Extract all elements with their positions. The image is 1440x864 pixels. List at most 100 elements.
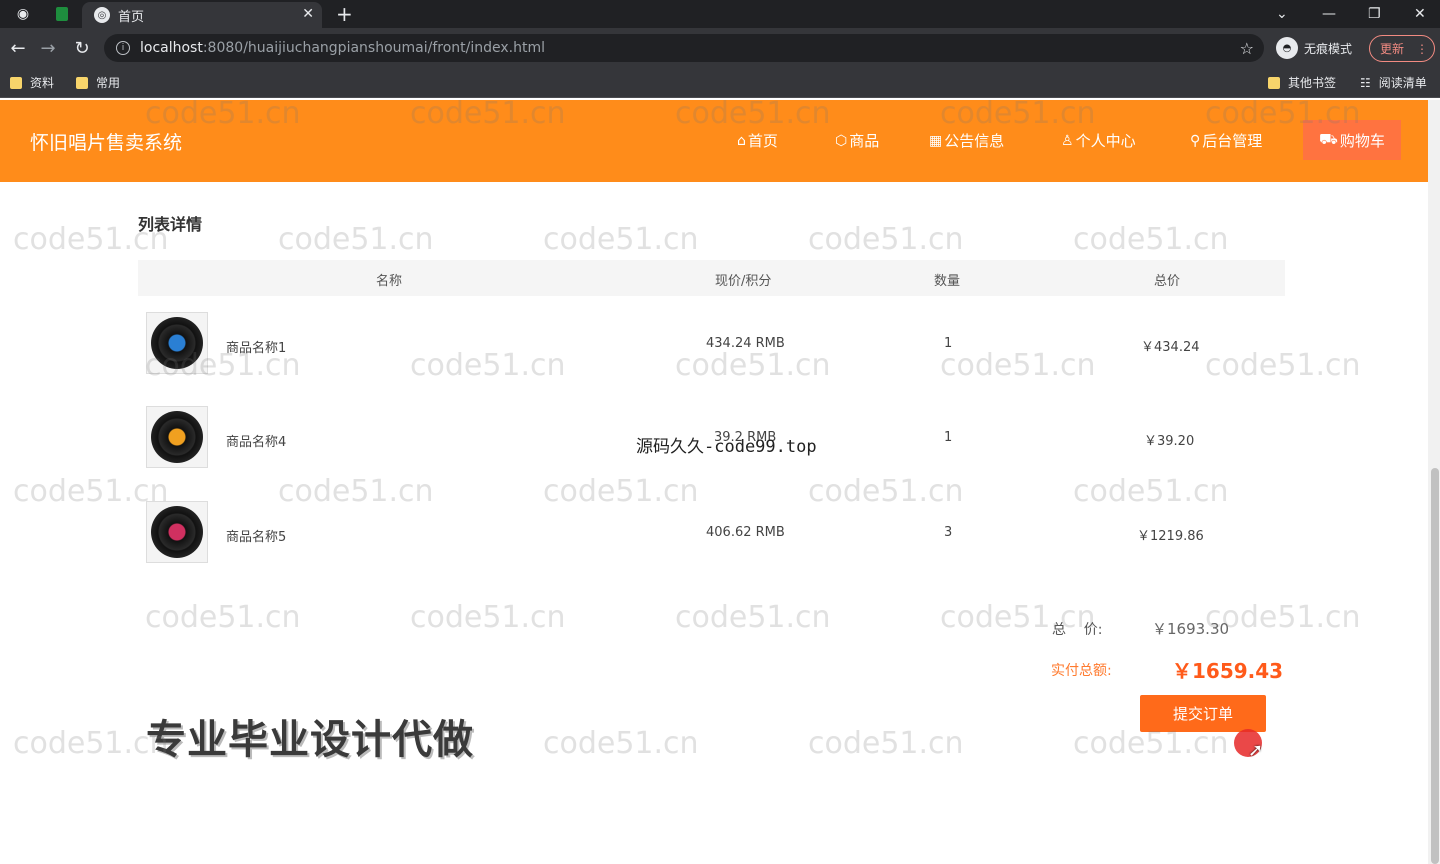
forward-icon[interactable]: →	[36, 36, 60, 60]
watermark: code51.cn	[808, 222, 964, 257]
window-close-icon[interactable]: ✕	[1414, 0, 1426, 28]
browser-menu-icon[interactable]: ◉	[10, 0, 36, 28]
promo-text: 专业毕业设计代做	[146, 717, 474, 763]
back-icon[interactable]: ←	[6, 36, 30, 60]
bookmark-label: 阅读清单	[1378, 76, 1427, 90]
nav-label: 公告信息	[944, 132, 1005, 150]
close-tab-icon[interactable]: ✕	[302, 6, 314, 22]
nav-cart[interactable]: ⛟ 购物车	[1303, 120, 1401, 160]
nav-label: 首页	[747, 132, 778, 150]
product-image[interactable]	[146, 312, 208, 374]
watermark: code51.cn	[808, 726, 964, 761]
watermark: code51.cn	[278, 474, 434, 509]
product-image[interactable]	[146, 406, 208, 468]
site-title: 怀旧唱片售卖系统	[30, 132, 183, 154]
new-tab-icon[interactable]: +	[336, 2, 353, 26]
minimize-icon[interactable]: —	[1322, 0, 1336, 28]
nav-profile[interactable]: ♙ 个人中心	[1061, 130, 1136, 151]
reading-list[interactable]: ☷ 阅读清单	[1360, 74, 1427, 91]
bookmark-folder[interactable]: 资料	[10, 74, 54, 91]
nav-label: 商品	[849, 132, 880, 150]
product-qty: 3	[944, 525, 953, 540]
more-menu-icon[interactable]: ⋮	[1416, 42, 1428, 56]
watermark: code51.cn	[1073, 474, 1229, 509]
bookmark-label: 其他书签	[1288, 76, 1337, 90]
header-qty: 数量	[934, 274, 961, 289]
folder-icon	[1268, 76, 1280, 89]
watermark: code51.cn	[1073, 222, 1229, 257]
watermark: code51.cn	[543, 222, 699, 257]
goods-icon: ⬡	[835, 132, 848, 149]
product-qty: 1	[944, 430, 953, 445]
sheets-tab-icon[interactable]	[50, 0, 74, 28]
section-title: 列表详情	[138, 215, 203, 234]
other-bookmarks[interactable]: 其他书签	[1268, 74, 1336, 91]
product-total: ￥39.20	[1144, 434, 1195, 449]
tab-title: 首页	[118, 9, 145, 25]
folder-icon	[10, 76, 22, 89]
nav-label: 购物车	[1339, 131, 1385, 150]
vinyl-record-icon	[151, 317, 203, 369]
pay-value: ￥1659.43	[1172, 659, 1284, 683]
product-price: 406.62 RMB	[706, 525, 785, 540]
total-label: 总 价:	[1052, 622, 1103, 638]
home-icon: ⌂	[737, 132, 746, 149]
bookmark-folder[interactable]: 常用	[76, 74, 120, 91]
nav-label: 后台管理	[1202, 132, 1263, 150]
product-total: ￥1219.86	[1137, 529, 1204, 544]
reading-list-icon: ☷	[1360, 75, 1371, 90]
product-name[interactable]: 商品名称4	[226, 431, 286, 450]
incognito-label: 无痕模式	[1304, 41, 1353, 56]
cursor-icon: ➚	[1248, 740, 1264, 761]
scrollbar-thumb[interactable]	[1431, 468, 1439, 864]
bookmark-label: 常用	[96, 76, 121, 90]
watermark: code51.cn	[1205, 348, 1361, 383]
cart-icon: ⛟	[1319, 130, 1338, 148]
reload-icon[interactable]: ↻	[70, 36, 94, 60]
nav-home[interactable]: ⌂ 首页	[737, 130, 778, 151]
folder-icon	[76, 76, 88, 89]
url-path: :8080/huaijiuchangpianshoumai/front/inde…	[202, 40, 546, 56]
product-name[interactable]: 商品名称5	[226, 526, 286, 545]
product-price: 434.24 RMB	[706, 336, 785, 351]
header-price: 现价/积分	[715, 274, 772, 289]
product-total: ￥434.24	[1141, 340, 1200, 355]
user-icon: ♙	[1061, 132, 1074, 149]
center-watermark-text: 源码久久-code99.top	[636, 437, 817, 457]
nav-label: 个人中心	[1075, 132, 1136, 150]
watermark: code51.cn	[278, 222, 434, 257]
incognito-indicator[interactable]: ◓ 无痕模式	[1276, 36, 1352, 60]
update-label: 更新	[1380, 42, 1405, 56]
product-image[interactable]	[146, 501, 208, 563]
header-name: 名称	[376, 274, 403, 289]
watermark: code51.cn	[808, 474, 964, 509]
restore-icon[interactable]: ❐	[1368, 0, 1381, 28]
bookmark-star-icon[interactable]: ☆	[1240, 39, 1254, 58]
notice-icon: ▦	[929, 132, 943, 149]
url-host: localhost	[140, 40, 203, 56]
watermark: code51.cn	[675, 348, 831, 383]
bookmark-label: 资料	[30, 76, 55, 90]
nav-goods[interactable]: ⬡ 商品	[835, 130, 879, 151]
incognito-icon: ◓	[1276, 37, 1298, 59]
total-value: ￥1693.30	[1152, 620, 1230, 638]
watermark: code51.cn	[543, 726, 699, 761]
pay-label: 实付总额:	[1051, 663, 1112, 679]
submit-order-button[interactable]: 提交订单	[1140, 695, 1266, 732]
browser-tab-bar: ◉ ◎ 首页 ✕ + ⌄ — ❐ ✕	[0, 0, 1440, 28]
vinyl-record-icon	[151, 506, 203, 558]
table-header	[138, 260, 1285, 296]
bookmarks-bar	[0, 68, 1440, 98]
address-bar[interactable]: i localhost:8080/huaijiuchangpianshoumai…	[104, 34, 1264, 62]
nav-notice[interactable]: ▦ 公告信息	[929, 130, 1004, 151]
tab-search-icon[interactable]: ⌄	[1276, 0, 1288, 28]
info-icon[interactable]: i	[116, 41, 130, 55]
tab-home[interactable]: ◎ 首页 ✕	[82, 2, 322, 28]
watermark: code51.cn	[940, 348, 1096, 383]
update-button[interactable]: 更新 ⋮	[1369, 35, 1435, 62]
watermark: code51.cn	[543, 474, 699, 509]
nav-admin[interactable]: ⚲ 后台管理	[1190, 130, 1262, 151]
product-name[interactable]: 商品名称1	[226, 337, 286, 356]
header-total: 总价	[1154, 274, 1181, 289]
globe-icon: ◎	[94, 7, 110, 23]
